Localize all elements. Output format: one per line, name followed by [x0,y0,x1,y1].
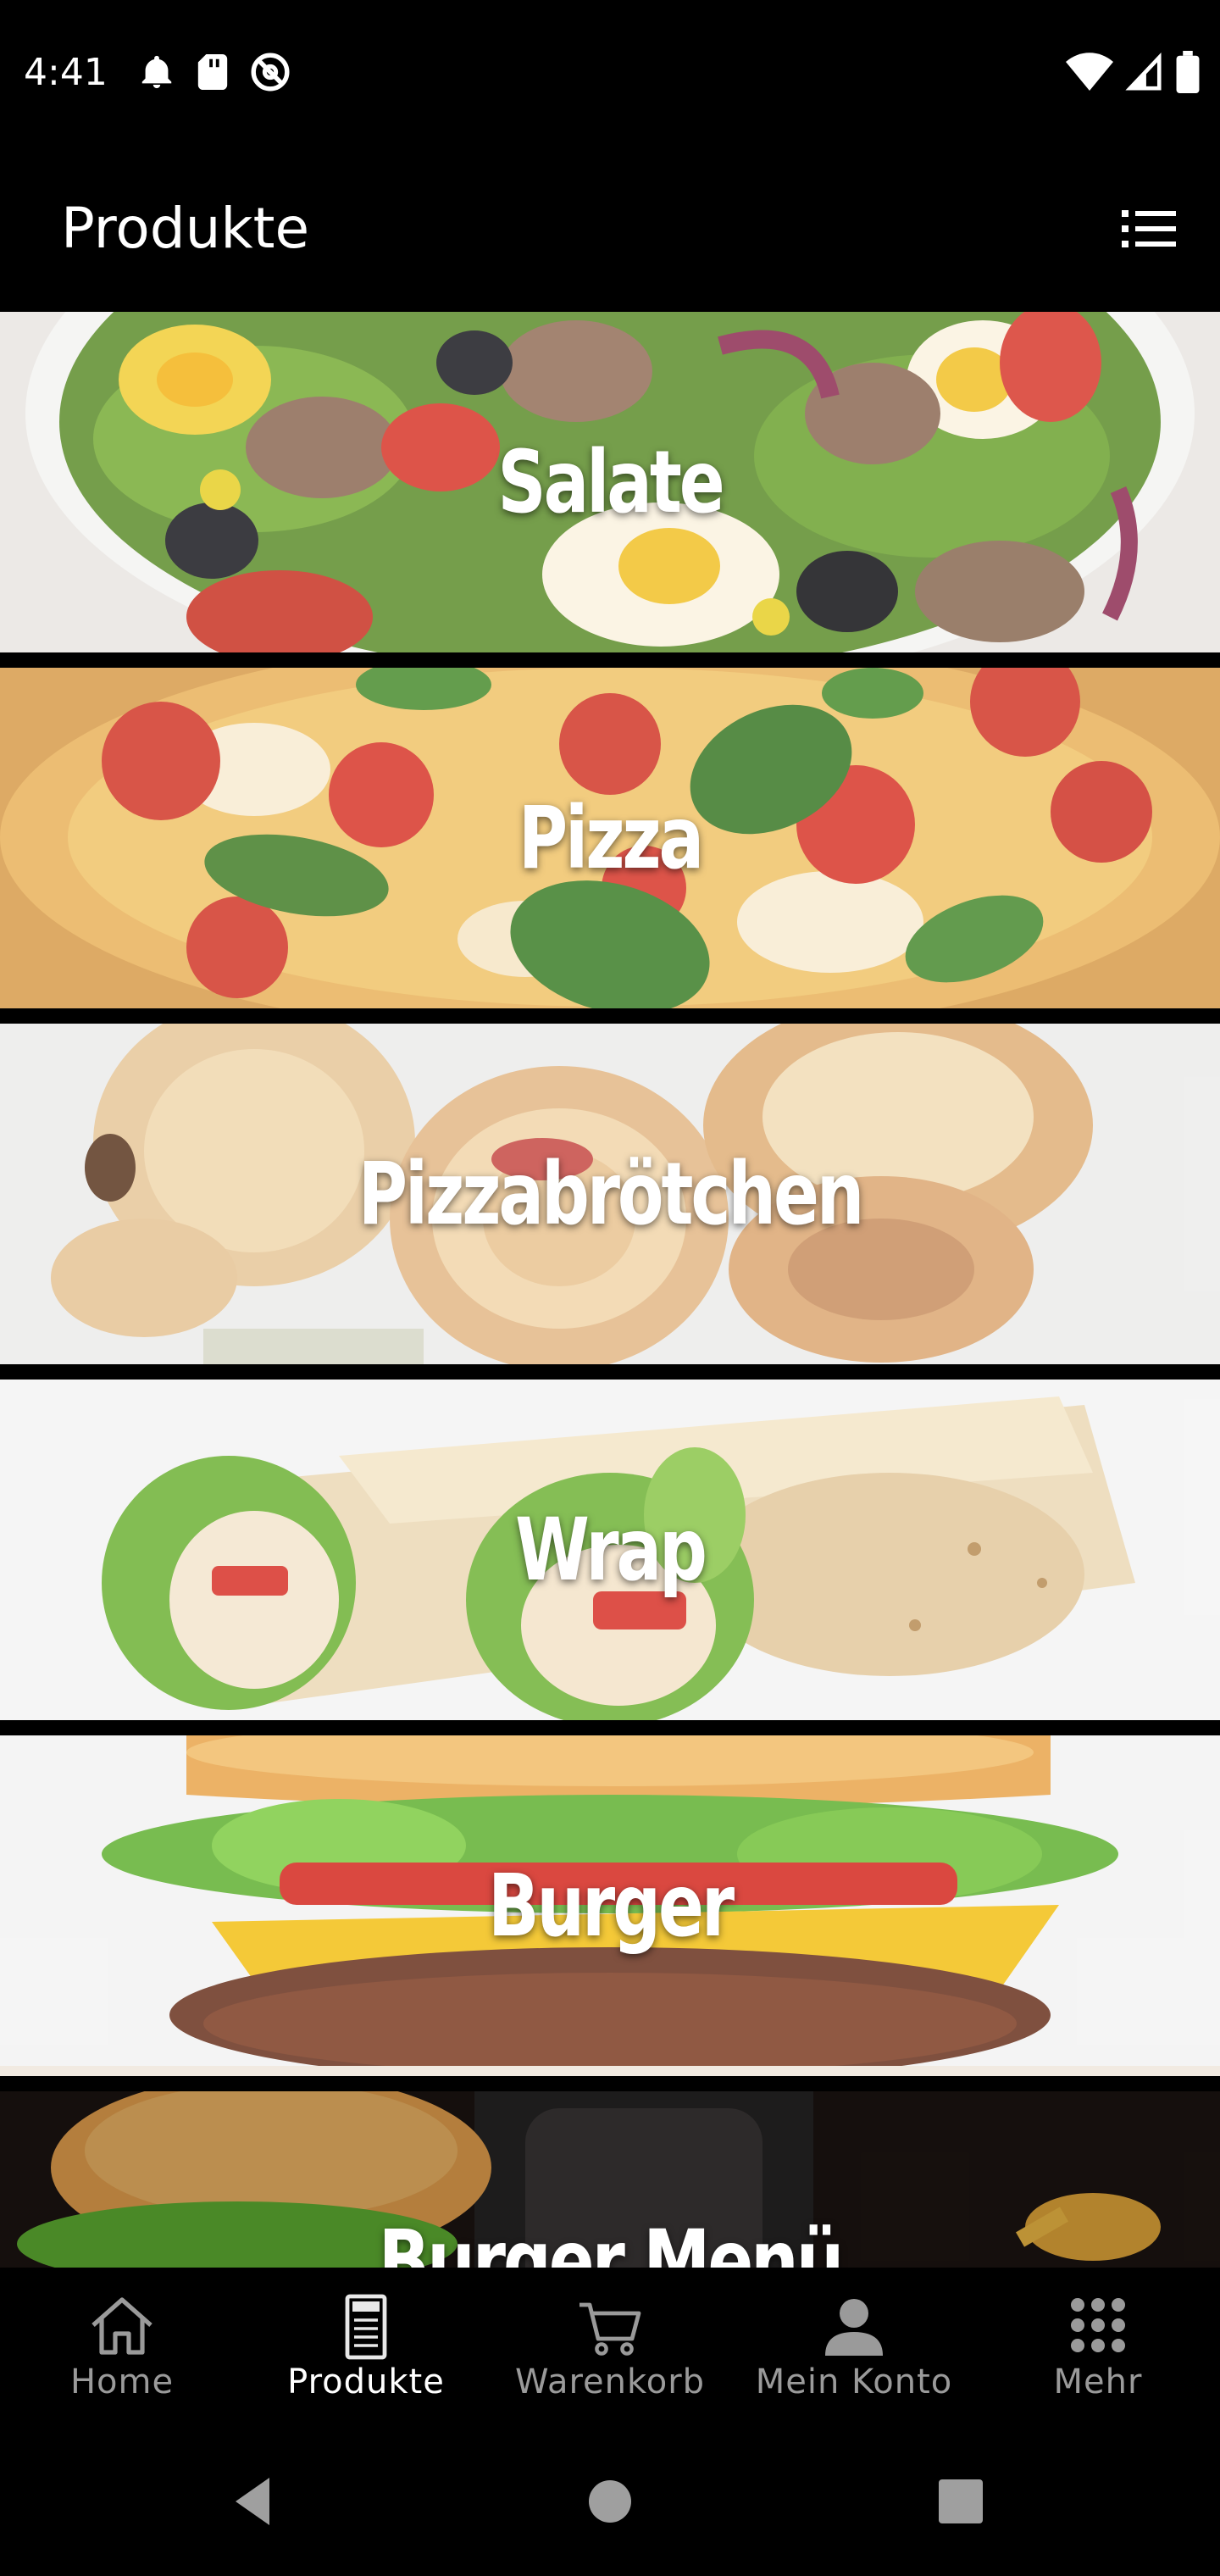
recents-square-icon [939,2479,983,2523]
category-tile-pizza[interactable]: Pizza [0,668,1220,1008]
category-label: Pizza [518,787,704,889]
blocked-at-icon [249,51,291,93]
back-button[interactable] [222,2468,290,2535]
list-icon [1122,210,1176,247]
bottom-navigation: Home Produkte Warenkorb Mein Konto Mehr [0,2268,1220,2427]
nav-item-produkte[interactable]: Produkte [244,2268,488,2427]
category-tile-burger-menu[interactable]: Burger Menü [0,2091,1220,2268]
home-button[interactable] [576,2468,644,2535]
category-tile-pizzabroetchen[interactable]: Pizzabrötchen [0,1024,1220,1364]
menu-card-icon [345,2294,387,2360]
nav-item-mein-konto[interactable]: Mein Konto [732,2268,976,2427]
status-notifications [137,51,291,93]
status-system [1066,51,1200,93]
back-icon [236,2478,269,2525]
category-label: Pizzabrötchen [358,1143,865,1245]
person-icon [825,2299,883,2356]
system-navigation-bar [0,2427,1220,2576]
nav-label-warenkorb: Warenkorb [514,2362,706,2401]
status-time: 4:41 [24,51,108,94]
cart-icon [580,2302,641,2356]
bell-icon [137,53,176,92]
nav-label-mehr: Mehr [1053,2362,1143,2401]
recents-button[interactable] [927,2468,995,2535]
category-label: Burger [488,1855,735,1957]
nav-label-mein-konto: Mein Konto [755,2362,953,2401]
home-circle-icon [589,2480,631,2523]
nav-label-home: Home [69,2362,175,2401]
category-tile-wrap[interactable]: Wrap [0,1380,1220,1720]
category-tile-burger[interactable]: Burger [0,1735,1220,2076]
category-label: Wrap [515,1499,707,1601]
nav-item-warenkorb[interactable]: Warenkorb [488,2268,732,2427]
grid-dots-icon [1071,2298,1125,2352]
nav-label-produkte: Produkte [287,2362,445,2401]
category-list: Salate Pizza Pizzabrötchen Wrap Burger B… [0,312,1220,2268]
nav-item-mehr[interactable]: Mehr [976,2268,1220,2427]
nav-item-home[interactable]: Home [0,2268,244,2427]
sd-card-icon [195,53,230,92]
status-bar: 4:41 [0,0,1220,146]
category-label: Salate [497,431,724,533]
home-icon [92,2297,152,2355]
battery-icon [1176,51,1200,93]
signal-icon [1125,53,1164,92]
list-menu-button[interactable] [1122,207,1176,251]
wifi-icon [1066,53,1113,92]
category-label: Burger Menü [378,2211,845,2268]
app-bar: Produkte [0,146,1220,312]
page-title: Produkte [61,196,310,261]
category-tile-salate[interactable]: Salate [0,312,1220,652]
